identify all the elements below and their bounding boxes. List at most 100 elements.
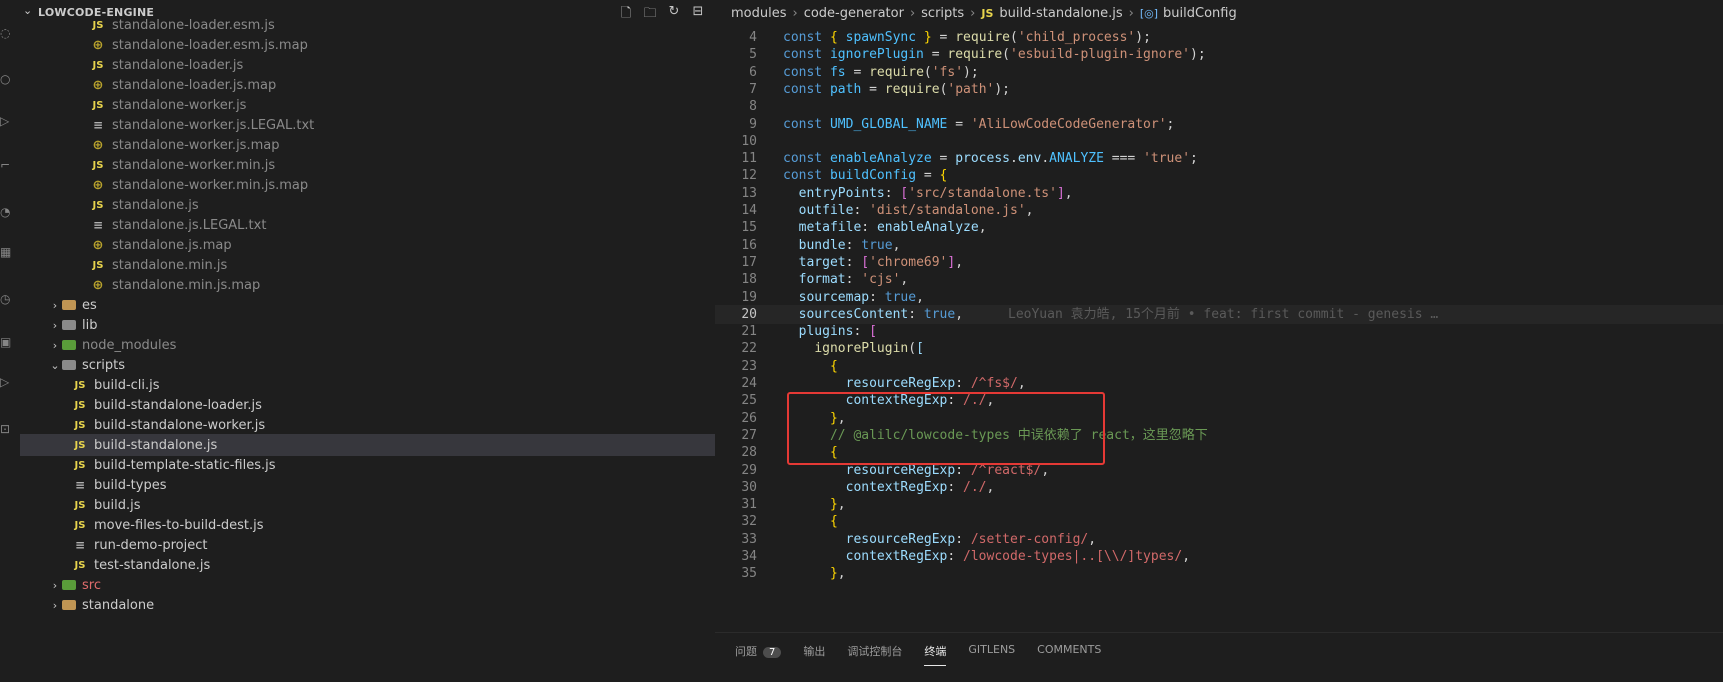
code-line[interactable]: 23 {: [715, 357, 1723, 376]
tree-file[interactable]: JS build-template-static-files.js: [20, 454, 767, 476]
chevron-right-icon[interactable]: ›: [48, 299, 62, 312]
breadcrumb-item[interactable]: buildConfig: [1163, 6, 1237, 21]
code-line[interactable]: 9 const UMD_GLOBAL_NAME = 'AliLowCodeCode…: [715, 115, 1723, 134]
code-line[interactable]: 11 const enableAnalyze = process.env.ANAL…: [715, 149, 1723, 168]
tree-file[interactable]: ≡ run-demo-project: [20, 534, 767, 556]
code-line[interactable]: 16 bundle: true,: [715, 236, 1723, 255]
code-line[interactable]: 31 },: [715, 495, 1723, 514]
breadcrumb-item[interactable]: modules: [731, 6, 787, 21]
panel-tab-label: 终端: [924, 645, 947, 658]
chevron-down-icon[interactable]: ⌄: [48, 359, 62, 372]
code-line[interactable]: 6 const fs = require('fs');: [715, 63, 1723, 82]
chevron-right-icon[interactable]: ›: [48, 599, 62, 612]
breadcrumb-item[interactable]: scripts: [921, 6, 964, 21]
code-line[interactable]: 10: [715, 132, 1723, 151]
extensions-icon[interactable]: ▦: [0, 245, 12, 259]
tree-file[interactable]: JS standalone.js: [20, 194, 785, 216]
tree-file[interactable]: JS build-standalone-worker.js: [20, 414, 767, 436]
tree-file[interactable]: JS build.js: [20, 494, 767, 516]
tree-folder[interactable]: › es: [20, 294, 743, 316]
code-line[interactable]: 35 },: [715, 564, 1723, 583]
folder-icon: [62, 340, 76, 350]
chevron-right-icon[interactable]: ›: [48, 579, 62, 592]
symbol-variable-icon: [◎]: [1139, 6, 1159, 20]
tree-file[interactable]: ≡ standalone.js.LEGAL.txt: [20, 214, 785, 236]
tree-file[interactable]: ⊕ standalone-worker.js.map: [20, 134, 785, 156]
code-line[interactable]: 20 sourcesContent: true, LeoYuan 袁力皓, 15个…: [715, 304, 1723, 324]
code-editor[interactable]: modules › code-generator › scripts › JS …: [715, 0, 1723, 632]
line-number: 21: [741, 324, 757, 340]
code-line[interactable]: 30 contextRegExp: /./,: [715, 478, 1723, 497]
code-text: plugins: [: [798, 324, 877, 340]
panel-tab[interactable]: COMMENTS: [1037, 643, 1101, 666]
tree-file[interactable]: ⊕ standalone.js.map: [20, 234, 785, 256]
line-number: 28: [741, 445, 757, 461]
tree-file[interactable]: JS standalone-worker.js: [20, 94, 785, 116]
panel-tab[interactable]: GITLENS: [968, 643, 1015, 666]
tree-file[interactable]: ⊕ standalone-loader.js.map: [20, 74, 785, 96]
code-line[interactable]: 24 resourceRegExp: /^fs$/,: [715, 374, 1723, 393]
tree-item-label: standalone-worker.js.map: [112, 137, 280, 153]
code-line[interactable]: 7 const path = require('path');: [715, 80, 1723, 99]
code-line[interactable]: 19 sourcemap: true,: [715, 288, 1723, 307]
tree-folder[interactable]: ⌄ scripts: [20, 354, 743, 376]
testing-icon[interactable]: ▣: [0, 335, 12, 349]
code-line[interactable]: 32 {: [715, 512, 1723, 531]
code-line[interactable]: 13 entryPoints: ['src/standalone.ts'],: [715, 184, 1723, 203]
tree-file[interactable]: ≡ standalone-worker.js.LEGAL.txt: [20, 114, 785, 136]
panel-tab[interactable]: 输出: [803, 643, 825, 666]
run-debug-icon[interactable]: ▷: [0, 114, 12, 128]
tree-item-label: scripts: [82, 357, 125, 373]
panel-tab[interactable]: 调试控制台: [847, 643, 902, 666]
chevron-right-icon[interactable]: ›: [48, 319, 62, 332]
tree-file[interactable]: JS standalone-loader.js: [20, 54, 785, 76]
bookmarks-icon[interactable]: ⊡: [0, 422, 12, 436]
tree-file[interactable]: JS move-files-to-build-dest.js: [20, 514, 767, 536]
code-line[interactable]: 5 const ignorePlugin = require('esbuild-p…: [715, 45, 1723, 64]
tree-file[interactable]: JS standalone-worker.min.js: [20, 154, 785, 176]
source-control-icon[interactable]: ⌐: [0, 158, 12, 172]
breadcrumb-item[interactable]: build-standalone.js: [999, 6, 1122, 21]
breadcrumb-item[interactable]: code-generator: [804, 6, 904, 21]
line-number: 10: [741, 133, 757, 149]
tree-file[interactable]: JS test-standalone.js: [20, 554, 767, 576]
panel-tab[interactable]: 终端: [924, 643, 947, 666]
tree-file[interactable]: ⊕ standalone-worker.min.js.map: [20, 174, 785, 196]
tree-file[interactable]: JS standalone-loader.esm.js: [20, 14, 785, 36]
tree-folder[interactable]: › lib: [20, 314, 743, 336]
code-line[interactable]: 4 const { spawnSync } = require('child_pr…: [715, 28, 1723, 47]
tree-file[interactable]: ⊕ standalone-loader.esm.js.map: [20, 34, 785, 56]
timeline-icon[interactable]: ◷: [0, 292, 12, 306]
remote-explorer-icon[interactable]: ◔: [0, 205, 12, 219]
code-line[interactable]: 12 const buildConfig = {: [715, 166, 1723, 185]
code-line[interactable]: 17 target: ['chrome69'],: [715, 253, 1723, 272]
code-line[interactable]: 33 resourceRegExp: /setter-config/,: [715, 530, 1723, 549]
line-number: 19: [741, 289, 757, 305]
code-line[interactable]: 34 contextRegExp: /lowcode-types|..[\\/]…: [715, 547, 1723, 566]
tree-file[interactable]: JS build-standalone-loader.js: [20, 394, 767, 416]
tree-file[interactable]: JS build-cli.js: [20, 374, 767, 396]
gitlens-icon[interactable]: ▷: [0, 375, 12, 389]
tree-file[interactable]: ≡ build-types: [20, 474, 767, 496]
code-line[interactable]: 18 format: 'cjs',: [715, 270, 1723, 289]
code-line[interactable]: 22 ignorePlugin([: [715, 339, 1723, 358]
tree-folder[interactable]: › node_modules: [20, 334, 743, 356]
panel-tab[interactable]: 问题 7: [735, 643, 782, 666]
code-line[interactable]: 8: [715, 97, 1723, 116]
js-file-icon: JS: [74, 439, 86, 451]
tree-item-label: standalone.min.js.map: [112, 277, 261, 293]
panel-tab-label: COMMENTS: [1037, 643, 1102, 656]
chevron-right-icon[interactable]: ›: [48, 339, 62, 352]
code-line[interactable]: 21 plugins: [: [715, 322, 1723, 341]
explorer-icon[interactable]: ◌: [0, 26, 12, 40]
code-line[interactable]: 15 metafile: enableAnalyze,: [715, 218, 1723, 237]
tree-folder[interactable]: › src: [20, 574, 743, 596]
line-number: 9: [749, 116, 757, 132]
tree-folder[interactable]: › standalone: [20, 594, 743, 616]
code-line[interactable]: 14 outfile: 'dist/standalone.js',: [715, 201, 1723, 220]
tree-file[interactable]: JS build-standalone.js: [20, 434, 767, 456]
tree-file[interactable]: ⊕ standalone.min.js.map: [20, 274, 785, 296]
code-text: },: [829, 497, 846, 513]
search-icon[interactable]: ○: [0, 72, 12, 86]
tree-file[interactable]: JS standalone.min.js: [20, 254, 785, 276]
